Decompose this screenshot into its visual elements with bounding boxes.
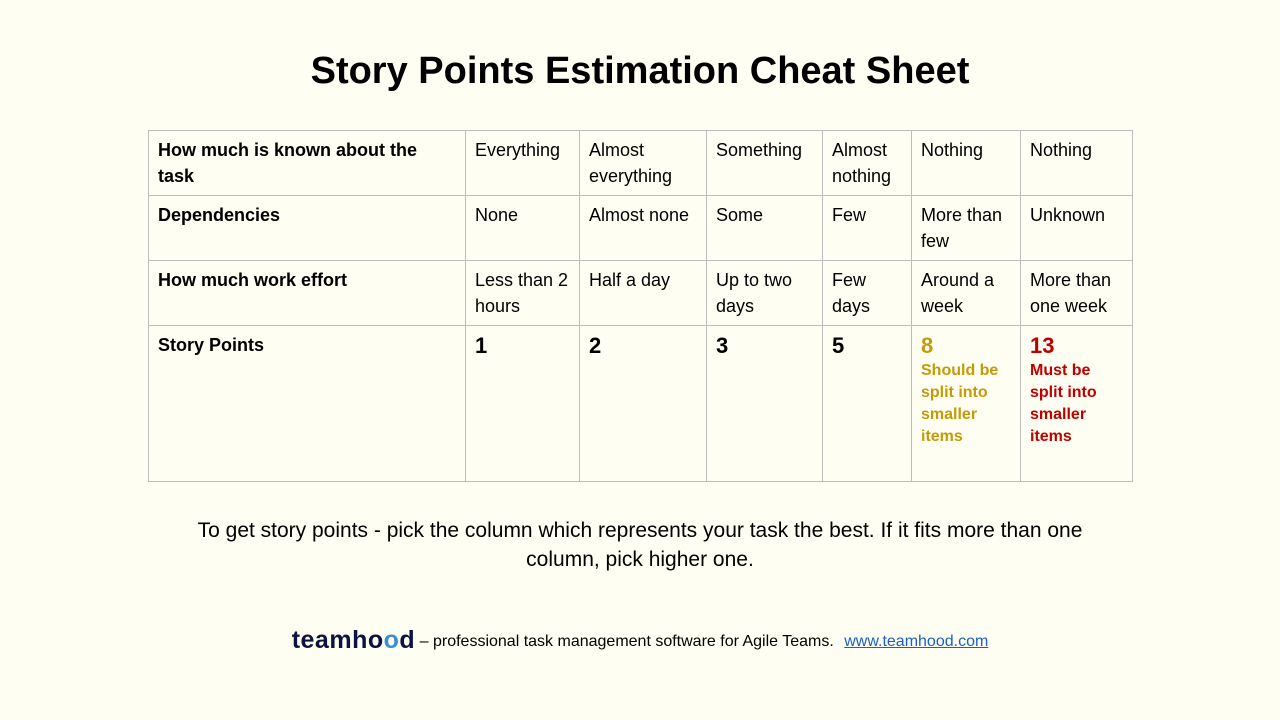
table-cell: More than one week [1020,260,1133,326]
table-cell: Some [706,195,823,261]
table-cell: Everything [465,130,580,196]
teamhood-logo: teamhood [291,626,416,654]
estimation-table: How much is known about the task Everythi… [148,130,1133,482]
page-title: Story Points Estimation Cheat Sheet [310,50,970,92]
story-point-cell: 2 [579,325,707,482]
story-points-row: Story Points 1 2 3 5 8 Should be split into sm… [148,325,1133,482]
story-point-value: 8 [921,333,934,358]
row-label: How much work effort [148,260,466,326]
table-row: How much is known about the task Everythi… [148,130,1133,196]
table-cell: Almost none [579,195,707,261]
footnote: To get story points - pick the column wh… [197,519,1083,571]
footer: teamhood – professional task management … [0,626,1280,655]
table-cell: Nothing [911,130,1021,196]
table-cell: Unknown [1020,195,1133,261]
table-cell: More than few [911,195,1021,261]
story-point-cell: 5 [822,325,912,482]
table-cell: Something [706,130,823,196]
tagline: – professional task management software … [419,633,834,650]
table-cell: Nothing [1020,130,1133,196]
split-note: Must be split into smaller items [1030,362,1097,445]
story-point-cell: 13 Must be split into smaller items [1020,325,1133,482]
story-point-value: 2 [589,333,602,358]
story-point-cell: 8 Should be split into smaller items [911,325,1021,482]
story-point-cell: 1 [465,325,580,482]
table-cell: Almost nothing [822,130,912,196]
table-cell: Few days [822,260,912,326]
story-point-cell: 3 [706,325,823,482]
table-cell: None [465,195,580,261]
story-point-value: 3 [716,333,729,358]
table-cell: Up to two days [706,260,823,326]
split-note: Should be split into smaller items [921,362,999,445]
table-row: How much work effort Less than 2 hours Hal… [148,260,1133,326]
row-label: How much is known about the task [148,130,466,196]
table-cell: Half a day [579,260,707,326]
row-label: Dependencies [148,195,466,261]
table-cell: Few [822,195,912,261]
story-point-value: 1 [475,333,488,358]
row-label: Story Points [148,325,466,482]
website-link[interactable]: www.teamhood.com [844,633,988,650]
story-point-value: 5 [832,333,845,358]
table-cell: Almost everything [579,130,707,196]
table-cell: Less than 2 hours [465,260,580,326]
story-point-value: 13 [1030,333,1055,358]
table-cell: Around a week [911,260,1021,326]
table-row: Dependencies None Almost none Some Few More t… [148,195,1133,261]
